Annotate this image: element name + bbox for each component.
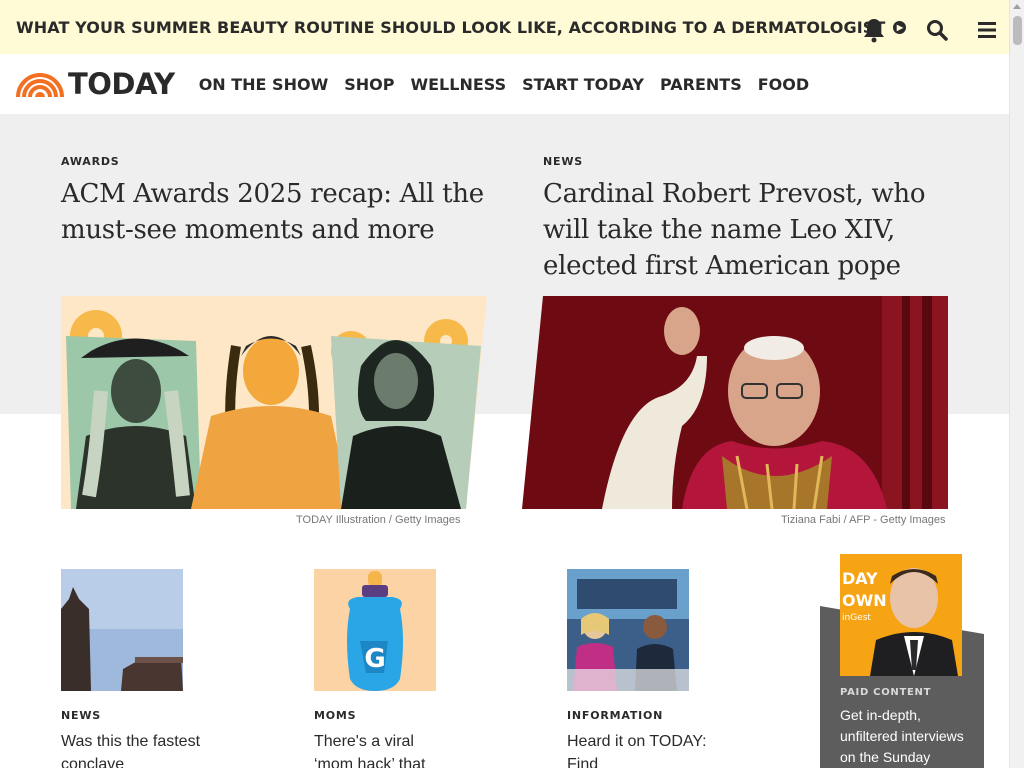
paid-thumbnail[interactable]: DAY OWN inGest — [840, 554, 962, 676]
paid-content-label: PAID CONTENT — [840, 687, 932, 698]
story-card[interactable]: G MOMS There's a viral ‘mom hack’ that — [314, 569, 494, 768]
image-credit: TODAY Illustration / Getty Images — [296, 514, 461, 526]
nav-link-on-the-show[interactable]: ON THE SHOW — [199, 75, 329, 94]
chevron-right-circle-icon: ▶ — [893, 20, 907, 34]
scroll-up-arrow-icon[interactable] — [1013, 4, 1021, 9]
card-title[interactable]: Was this the fastest conclave — [61, 730, 201, 768]
today-logo[interactable]: TODAY — [16, 67, 175, 101]
paid-thumb-text: OWN — [842, 591, 887, 610]
hamburger-menu-icon[interactable] — [974, 17, 1000, 43]
card-thumbnail[interactable] — [567, 569, 689, 691]
card-title[interactable]: There's a viral ‘mom hack’ that — [314, 730, 454, 768]
nav-link-food[interactable]: FOOD — [758, 75, 809, 94]
hero-story-right[interactable]: NEWS Cardinal Robert Prevost, who will t… — [543, 155, 953, 284]
hero-image-right[interactable] — [522, 296, 948, 509]
bell-icon[interactable] — [861, 17, 887, 43]
card-eyebrow[interactable]: MOMS — [314, 709, 494, 722]
scrollbar-thumb[interactable] — [1013, 16, 1022, 45]
story-headline[interactable]: ACM Awards 2025 recap: All the must-see … — [61, 176, 501, 248]
logo-text: TODAY — [68, 67, 175, 101]
rainbow-logo-icon — [16, 73, 64, 97]
main-nav: TODAY ON THE SHOW SHOP WELLNESS START TO… — [0, 54, 1009, 114]
card-eyebrow[interactable]: INFORMATION — [567, 709, 747, 722]
svg-text:G: G — [364, 644, 385, 674]
hero-image-left[interactable] — [61, 296, 487, 509]
story-eyebrow[interactable]: AWARDS — [61, 155, 501, 168]
story-headline[interactable]: Cardinal Robert Prevost, who will take t… — [543, 176, 953, 284]
paid-content-text[interactable]: Get in-depth, unfiltered interviews on t… — [840, 705, 980, 768]
paid-thumb-text: inGest — [842, 613, 871, 623]
promo-banner-text[interactable]: WHAT YOUR SUMMER BEAUTY ROUTINE SHOULD L… — [16, 18, 885, 37]
nav-link-start-today[interactable]: START TODAY — [522, 75, 644, 94]
card-thumbnail[interactable]: G — [314, 569, 436, 691]
story-card[interactable]: NEWS Was this the fastest conclave — [61, 569, 241, 768]
paid-thumb-text: DAY — [842, 569, 878, 588]
nav-link-parents[interactable]: PARENTS — [660, 75, 742, 94]
story-card[interactable]: INFORMATION Heard it on TODAY: Find — [567, 569, 747, 768]
hero-story-left[interactable]: AWARDS ACM Awards 2025 recap: All the mu… — [61, 155, 501, 248]
story-eyebrow[interactable]: NEWS — [543, 155, 953, 168]
paid-content-card[interactable]: DAY OWN inGest PAID CONTENT Get in-depth… — [820, 554, 984, 768]
nav-links: ON THE SHOW SHOP WELLNESS START TODAY PA… — [199, 75, 825, 94]
nav-link-wellness[interactable]: WELLNESS — [410, 75, 506, 94]
card-eyebrow[interactable]: NEWS — [61, 709, 241, 722]
image-credit: Tiziana Fabi / AFP - Getty Images — [781, 514, 946, 526]
nav-link-shop[interactable]: SHOP — [344, 75, 394, 94]
search-icon[interactable] — [924, 17, 950, 43]
promo-banner[interactable]: WHAT YOUR SUMMER BEAUTY ROUTINE SHOULD L… — [0, 0, 1009, 54]
scrollbar[interactable] — [1009, 0, 1024, 768]
card-title[interactable]: Heard it on TODAY: Find — [567, 730, 707, 768]
card-thumbnail[interactable] — [61, 569, 183, 691]
